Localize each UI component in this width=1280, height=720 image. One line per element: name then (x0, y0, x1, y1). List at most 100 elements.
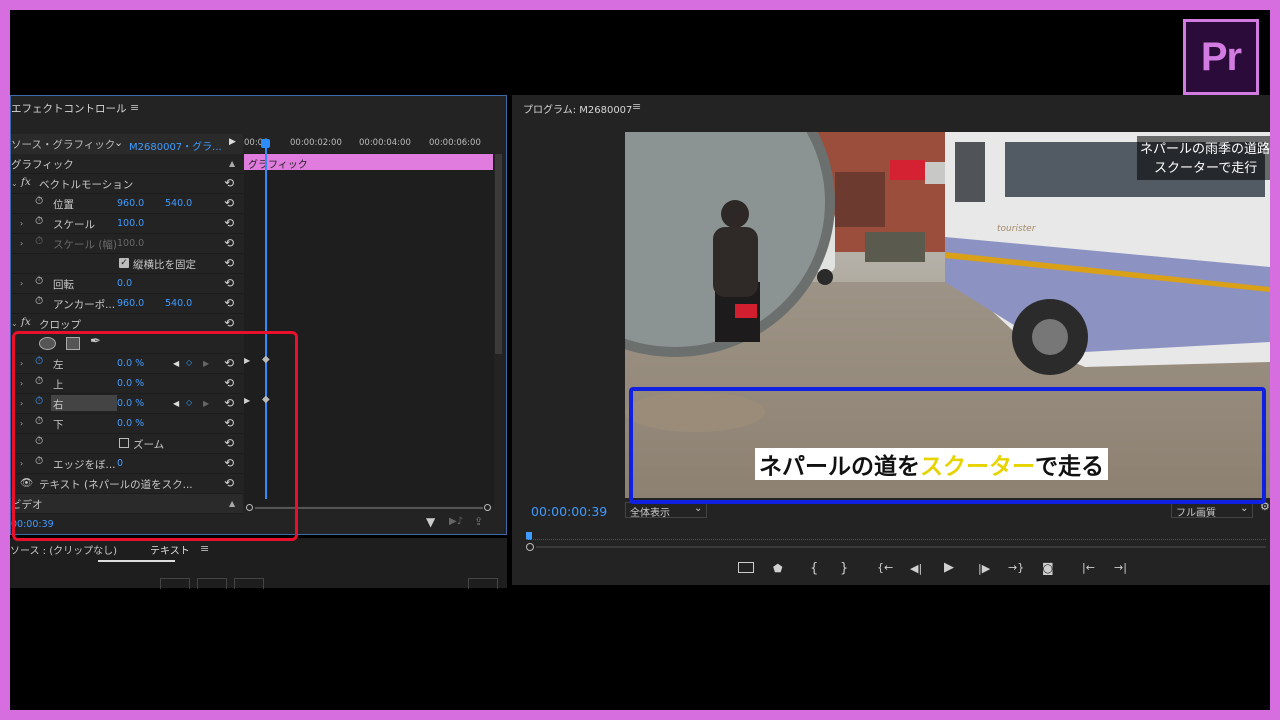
effect-name: ベクトルモーション (39, 179, 134, 191)
ruler-ticks (526, 539, 1266, 541)
source-text-panel: ソース : (クリップなし) テキスト ≡ (10, 538, 507, 589)
position-row: ⏱ 位置 960.0 540.0 ⟲ (11, 194, 243, 214)
zoom-track[interactable] (536, 546, 1266, 548)
playhead-handle[interactable] (261, 139, 270, 148)
panel-menu-icon[interactable]: ≡ (200, 542, 209, 555)
section-label: グラフィック (11, 159, 74, 171)
text-panel-button[interactable] (234, 578, 264, 589)
source-label: ソース・グラフィック (11, 139, 116, 151)
premiere-pro-logo: Pr (1183, 19, 1259, 95)
checkbox-label: 縦横比を固定 (133, 259, 196, 271)
top-caption-line1: ネパールの雨季の道路 (1140, 142, 1270, 157)
extract-icon[interactable]: →| (1114, 561, 1127, 574)
expand-icon[interactable]: ⌄ (11, 319, 18, 328)
property-label: スケール (53, 219, 95, 231)
value-field[interactable]: 540.0 (165, 198, 192, 209)
anchor-row: ⏱ アンカーポ... 960.0 540.0 ⟲ (11, 294, 243, 314)
property-label: スケール (幅) (53, 239, 118, 251)
value-field[interactable]: 960.0 (117, 198, 144, 209)
reset-icon[interactable]: ⟲ (224, 316, 234, 330)
stopwatch-icon[interactable]: ⏱ (35, 275, 43, 288)
zoom-handle-left[interactable] (526, 543, 534, 551)
quality-dropdown-label: フル画質 (1176, 508, 1216, 519)
panel-menu-icon[interactable]: ≡ (130, 101, 139, 114)
stopwatch-icon[interactable]: ⏱ (35, 195, 43, 208)
scale-width-row: › ⏱ スケール (幅) 100.0 ⟲ (11, 234, 243, 254)
fx-icon: fx (21, 316, 31, 328)
text-panel-button[interactable] (468, 578, 498, 589)
expand-icon: › (20, 239, 24, 248)
fit-dropdown[interactable]: 全体表示 ⌄ (625, 502, 707, 519)
vector-motion-row[interactable]: ⌄ fx ベクトルモーション ⟲ (11, 174, 243, 194)
value-field: 100.0 (117, 238, 145, 249)
go-to-in-icon[interactable]: {← (877, 561, 893, 574)
blue-highlight-box (629, 387, 1266, 504)
value-field[interactable]: 540.0 (165, 298, 192, 309)
zoom-scroll-bar[interactable] (526, 543, 1270, 551)
timeline-ruler[interactable]: 00:00 00:00:02:00 00:00:04:00 00:00:06:0… (244, 134, 494, 154)
value-field[interactable]: 100.0 (117, 218, 144, 229)
value-field[interactable]: 960.0 (117, 298, 144, 309)
reset-icon[interactable]: ⟲ (224, 276, 234, 290)
zoom-handle-right[interactable] (484, 504, 491, 511)
reset-icon[interactable]: ⟲ (224, 176, 234, 190)
red-highlight-box (12, 331, 298, 541)
camera-icon[interactable]: ◙ (1042, 561, 1054, 575)
reset-icon[interactable]: ⟲ (224, 296, 234, 310)
text-panel-button[interactable] (160, 578, 190, 589)
expand-icon[interactable]: › (20, 219, 23, 228)
lift-icon[interactable]: |← (1082, 561, 1095, 574)
source-header: ソース・グラフィック ⌄ M2680007・グラ... ▶ (11, 134, 243, 154)
step-forward-icon[interactable]: |▶ (978, 562, 990, 575)
reset-icon: ⟲ (224, 236, 235, 250)
panel-title: エフェクトコントロール (11, 103, 127, 115)
rotation-row: › ⏱ 回転 0.0 ⟲ (11, 274, 243, 294)
fit-dropdown-label: 全体表示 (630, 508, 670, 519)
scrollbar[interactable] (495, 154, 502, 354)
chevron-down-icon: ⌄ (1240, 503, 1249, 514)
filter-icon[interactable]: ▼ (426, 515, 435, 529)
text-panel-button[interactable] (197, 578, 227, 589)
play-only-icon[interactable]: ▶ (229, 137, 236, 147)
scale-row: › ⏱ スケール 100.0 ⟲ (11, 214, 243, 234)
reset-icon[interactable]: ⟲ (224, 256, 234, 270)
quality-dropdown[interactable]: フル画質 ⌄ (1171, 502, 1253, 519)
uniform-scale-checkbox[interactable]: ✓ (119, 258, 129, 268)
collapse-icon[interactable]: ▲ (229, 159, 235, 168)
go-to-out-icon[interactable]: →} (1008, 561, 1024, 574)
reset-icon[interactable]: ⟲ (224, 216, 234, 230)
clip-selector[interactable]: M2680007・グラ... (129, 138, 222, 153)
expand-icon[interactable]: › (20, 279, 23, 288)
bus-logo-text: tourister (997, 224, 1036, 234)
active-tab-underline (98, 560, 175, 562)
panel-menu-icon[interactable]: ≡ (632, 100, 641, 113)
stopwatch-icon[interactable]: ⏱ (35, 215, 43, 228)
mark-in-icon[interactable]: { (810, 561, 818, 576)
expand-icon[interactable]: ⌄ (11, 179, 18, 188)
graphic-section-row[interactable]: グラフィック ▲ (11, 154, 243, 174)
graphic-clip-label: グラフィック (248, 160, 308, 171)
play-audio-icon[interactable]: ▶♪ (449, 516, 463, 527)
tab-source[interactable]: ソース : (クリップなし) (10, 542, 117, 557)
stopwatch-icon: ⏱ (35, 235, 44, 247)
fx-icon: fx (21, 176, 31, 188)
chevron-down-icon[interactable]: ⌄ (114, 136, 123, 149)
step-back-icon[interactable]: ◀| (910, 562, 922, 575)
playhead-timecode[interactable]: 00:00:00:39 (531, 504, 607, 519)
tab-text[interactable]: テキスト (150, 542, 190, 557)
export-icon[interactable]: ⇪ (474, 515, 483, 528)
time-ruler[interactable] (526, 532, 1270, 540)
property-label: 位置 (53, 199, 74, 211)
reset-icon[interactable]: ⟲ (224, 196, 234, 210)
ruler-tick: 00:00:02:00 (290, 138, 342, 148)
chevron-down-icon: ⌄ (694, 503, 703, 514)
uniform-scale-row: ✓ 縦横比を固定 ⟲ (11, 254, 243, 274)
safe-margins-icon[interactable] (738, 562, 754, 573)
play-icon[interactable]: ▶ (944, 560, 954, 575)
mark-out-icon[interactable]: } (840, 561, 848, 576)
value-field[interactable]: 0.0 (117, 278, 132, 289)
graphic-clip-bar[interactable]: グラフィック (244, 154, 493, 171)
property-label: アンカーポ... (53, 299, 116, 311)
marker-icon[interactable]: ⬟ (773, 562, 783, 575)
stopwatch-icon[interactable]: ⏱ (35, 295, 43, 308)
